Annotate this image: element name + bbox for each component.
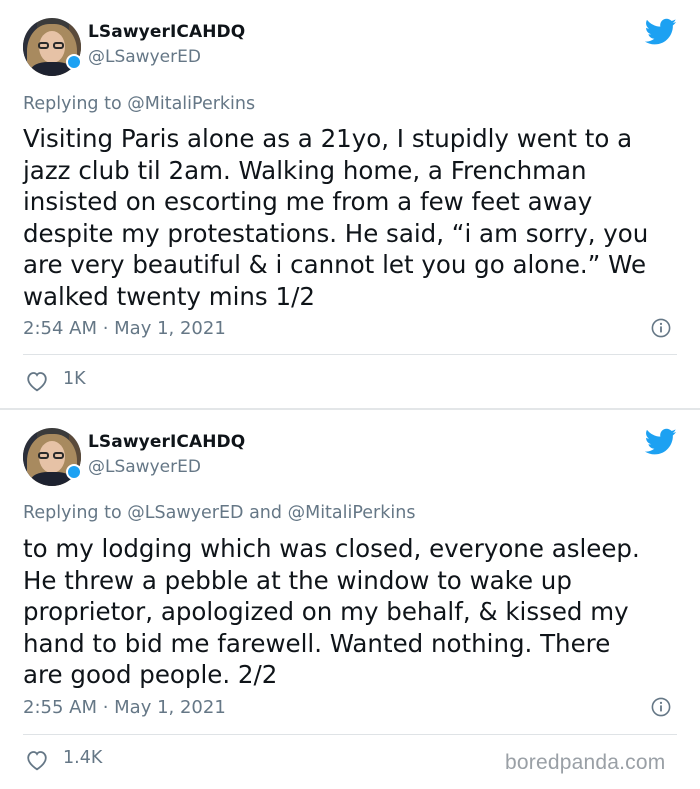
tweet-text-line: hand to bid me farewell. Wanted nothing.… <box>23 628 611 658</box>
display-name[interactable]: LSawyerICAHDQ <box>88 22 245 42</box>
tweet-timestamp[interactable]: 2:55 AM · May 1, 2021 <box>23 697 226 718</box>
tweet-text-line: He threw a pebble at the window to wake … <box>23 565 572 595</box>
info-icon[interactable] <box>651 318 671 338</box>
replying-conjunction: and <box>249 503 283 523</box>
verified-dot-icon <box>66 54 82 70</box>
mention-link[interactable]: @MitaliPerkins <box>288 503 416 523</box>
tweet-text-line: to my lodging which was closed, everyone… <box>23 534 640 563</box>
info-icon[interactable] <box>651 697 671 717</box>
mention-link[interactable]: @LSawyerED <box>127 503 243 523</box>
heart-icon[interactable] <box>25 370 49 392</box>
tweet-text-line: are very beautiful & i cannot let you go… <box>23 250 647 279</box>
verified-dot-icon <box>66 464 82 480</box>
tweet-text-line: proprietor, apologized on my behalf, & k… <box>23 597 629 626</box>
tweet-text-line: are good people. 2/2 <box>23 660 278 689</box>
tweet-card: LSawyerICAHDQ @LSawyerED Replying to @Mi… <box>0 0 700 408</box>
twitter-bird-icon[interactable] <box>645 428 677 456</box>
tweet-card: LSawyerICAHDQ @LSawyerED Replying to @LS… <box>0 410 700 789</box>
divider <box>23 734 677 735</box>
divider <box>23 354 677 355</box>
tweet-timestamp[interactable]: 2:54 AM · May 1, 2021 <box>23 318 226 339</box>
tweet-text-line: walked twenty mins 1/2 <box>23 281 315 311</box>
watermark: boredpanda.com <box>505 751 666 774</box>
tweet-text-line: Visiting Paris alone as a 21yo, I stupid… <box>23 124 633 153</box>
tweet-text: to my lodging which was closed, everyone… <box>23 533 683 691</box>
user-handle[interactable]: @LSawyerED <box>88 457 201 477</box>
replying-prefix: Replying to <box>23 94 122 114</box>
mention-link[interactable]: @MitaliPerkins <box>127 94 255 114</box>
tweet-text-line: despite my protestations. He said, “i am… <box>23 218 649 248</box>
user-handle[interactable]: @LSawyerED <box>88 47 201 67</box>
tweet-text: Visiting Paris alone as a 21yo, I stupid… <box>23 123 683 312</box>
display-name[interactable]: LSawyerICAHDQ <box>88 432 245 452</box>
replying-to: Replying to @MitaliPerkins <box>23 94 255 114</box>
like-count[interactable]: 1.4K <box>63 748 102 768</box>
tweet-text-line: jazz club til 2am. Walking home, a Frenc… <box>23 155 587 185</box>
replying-prefix: Replying to <box>23 503 122 523</box>
like-count[interactable]: 1K <box>63 369 86 389</box>
tweet-text-line: insisted on escorting me from a few feet… <box>23 187 593 216</box>
twitter-bird-icon[interactable] <box>645 18 677 46</box>
replying-to: Replying to @LSawyerED and @MitaliPerkin… <box>23 503 415 523</box>
heart-icon[interactable] <box>25 749 49 771</box>
